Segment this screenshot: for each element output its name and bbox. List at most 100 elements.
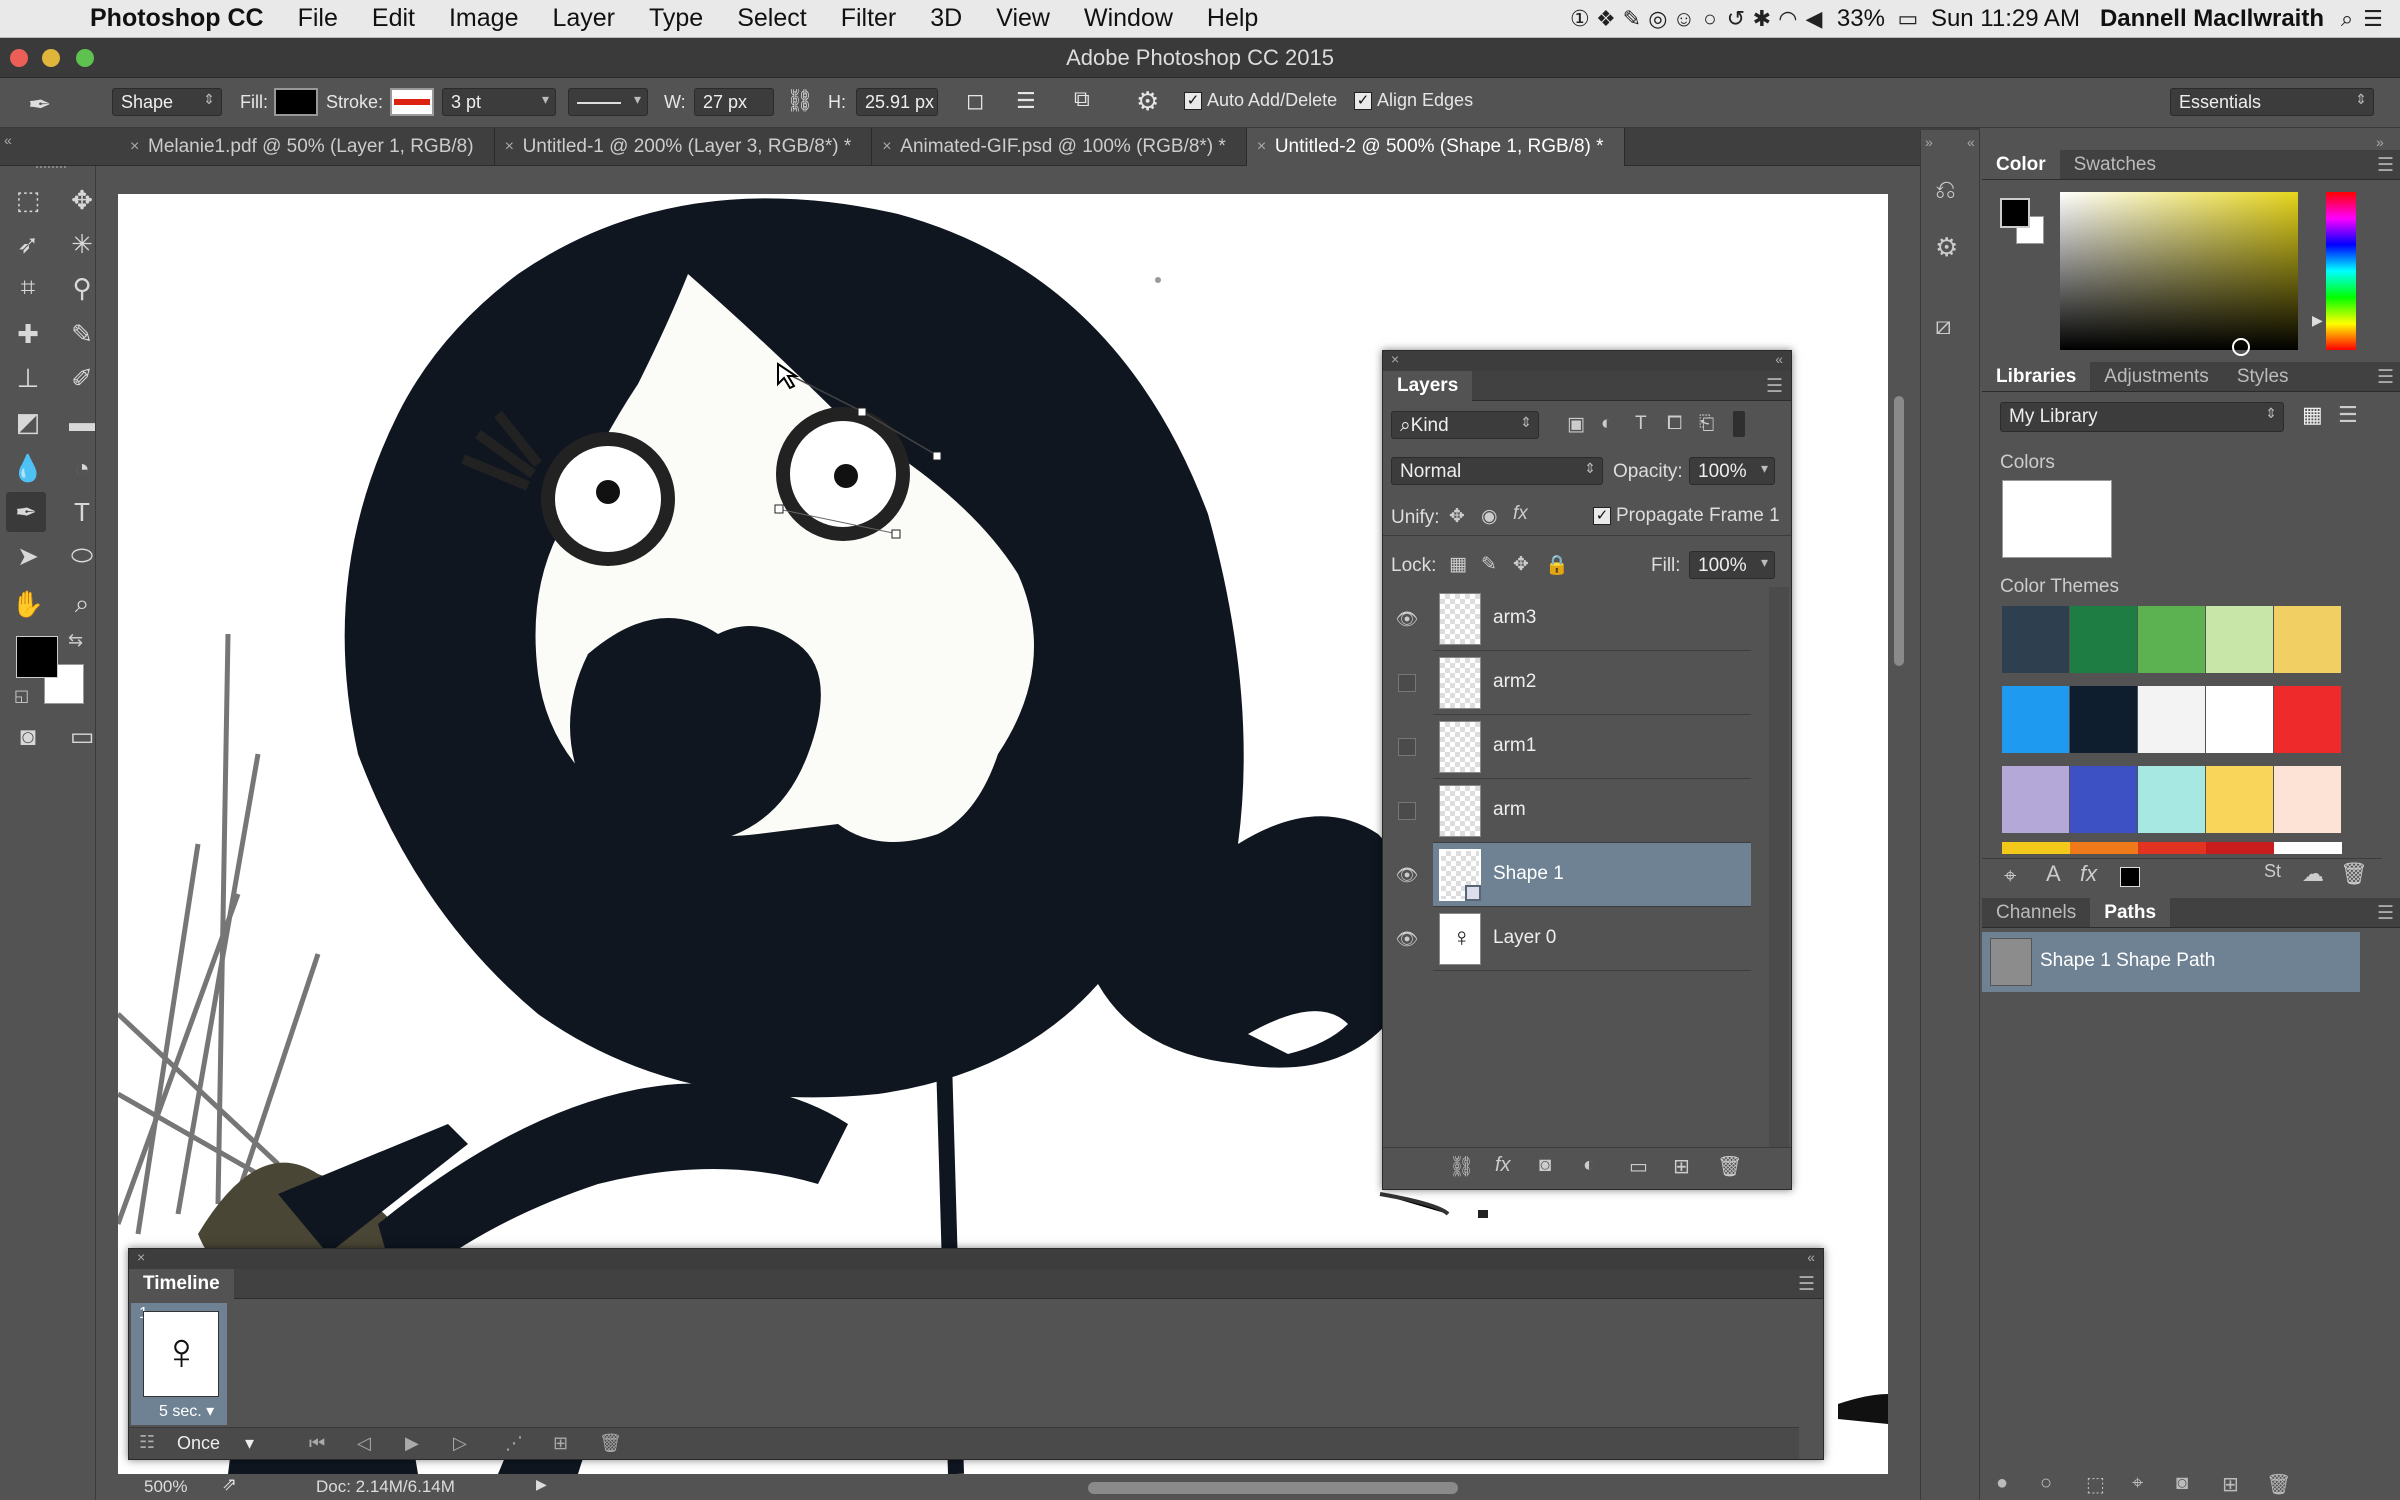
- panel-menu-icon[interactable]: ☰: [1766, 375, 1783, 398]
- marquee-tool-icon[interactable]: ⬚: [8, 180, 48, 220]
- chat-bubble-icon[interactable]: ○: [1697, 6, 1723, 32]
- tab-channels[interactable]: Channels: [1982, 898, 2090, 927]
- timeline-panel-header[interactable]: × «: [129, 1249, 1823, 1269]
- theme-swatch[interactable]: [2002, 606, 2069, 673]
- history-brush-tool-icon[interactable]: ✐: [62, 358, 102, 398]
- filter-smart-object-icon[interactable]: ⎗: [1699, 413, 1714, 435]
- loop-options-select[interactable]: Once ▾: [177, 1433, 254, 1454]
- foreground-color-swatch[interactable]: [16, 636, 58, 678]
- status-menu-arrow-icon[interactable]: ▶: [536, 1476, 547, 1493]
- eye-icon[interactable]: 👁: [1391, 843, 1423, 907]
- close-window-button[interactable]: [10, 49, 28, 67]
- next-frame-icon[interactable]: ▷: [453, 1433, 467, 1454]
- pen-tool-icon[interactable]: ✒: [6, 492, 46, 532]
- visibility-toggle-off[interactable]: [1391, 779, 1423, 843]
- fill-field[interactable]: 100% ▾: [1689, 551, 1775, 579]
- path-operations-icon[interactable]: ◻: [966, 88, 984, 114]
- delete-layer-icon[interactable]: 🗑: [1717, 1154, 1742, 1179]
- unify-style-icon[interactable]: fx: [1513, 503, 1528, 525]
- dodge-tool-icon[interactable]: ◔: [62, 448, 102, 488]
- new-adjustment-layer-icon[interactable]: ◐: [1583, 1154, 1595, 1177]
- theme-swatch[interactable]: [2138, 686, 2205, 753]
- theme-swatch[interactable]: [2206, 606, 2273, 673]
- swap-colors-icon[interactable]: ⇆: [68, 630, 83, 651]
- messages-icon[interactable]: ☺: [1671, 6, 1697, 32]
- eye-icon[interactable]: 👁: [1391, 907, 1423, 971]
- toolbar-grip[interactable]: [36, 166, 66, 174]
- blur-tool-icon[interactable]: 💧: [8, 448, 48, 488]
- clone-stamp-tool-icon[interactable]: ⊥: [8, 358, 48, 398]
- duplicate-frame-icon[interactable]: ⊞: [553, 1433, 568, 1454]
- theme-swatch[interactable]: [2002, 686, 2069, 753]
- link-layers-icon[interactable]: ⛓: [1449, 1154, 1474, 1179]
- adobe-stock-icon[interactable]: St: [2264, 861, 2281, 882]
- menu-help[interactable]: Help: [1190, 4, 1275, 33]
- hue-slider-handle-icon[interactable]: ▶: [2312, 312, 2323, 329]
- minimize-window-button[interactable]: [42, 49, 60, 67]
- zoom-level[interactable]: 500%: [144, 1477, 187, 1497]
- layer-filter-select[interactable]: ⌕Kind ⇕: [1391, 411, 1539, 439]
- sync-status-icon[interactable]: ☁: [2302, 861, 2324, 887]
- theme-swatch[interactable]: [2274, 606, 2341, 673]
- close-panel-icon[interactable]: ×: [137, 1249, 145, 1265]
- battery-percent[interactable]: 33%: [1827, 5, 1895, 33]
- add-character-style-icon[interactable]: A: [2046, 861, 2061, 887]
- theme-swatch[interactable]: [2070, 606, 2137, 673]
- frame-delay-select[interactable]: 5 sec. ▾: [159, 1401, 214, 1421]
- filter-type-icon[interactable]: T: [1635, 413, 1647, 435]
- new-path-icon[interactable]: ⊞: [2222, 1472, 2239, 1497]
- panel-menu-icon[interactable]: ☰: [2377, 366, 2394, 389]
- close-tab-icon[interactable]: ×: [882, 128, 891, 166]
- layers-panel-header[interactable]: × «: [1383, 351, 1791, 371]
- volume-icon[interactable]: ◀: [1801, 6, 1827, 32]
- gear-icon[interactable]: ⚙: [1136, 86, 1159, 117]
- load-as-selection-icon[interactable]: ⬚: [2086, 1472, 2105, 1497]
- fill-path-icon[interactable]: ●: [1996, 1472, 2008, 1495]
- menu-edit[interactable]: Edit: [355, 4, 432, 33]
- layer-row-shape-1[interactable]: 👁 Shape 1: [1396, 843, 1751, 907]
- panel-menu-icon[interactable]: ☰: [1798, 1273, 1815, 1296]
- theme-swatch[interactable]: [2002, 766, 2069, 833]
- vertical-scrollbar[interactable]: [1888, 166, 1908, 1474]
- expand-dock-icon[interactable]: »: [1925, 134, 1933, 150]
- filter-toggle[interactable]: [1733, 411, 1745, 437]
- visibility-toggle-off[interactable]: [1391, 715, 1423, 779]
- path-selection-tool-icon[interactable]: ➤: [8, 536, 48, 576]
- vertical-scroll-thumb[interactable]: [1894, 396, 1904, 666]
- tab-paths[interactable]: Paths: [2090, 898, 2171, 927]
- tab-animated-gif[interactable]: × Animated-GIF.psd @ 100% (RGB/8*) *: [872, 127, 1247, 166]
- convert-to-video-timeline-icon[interactable]: ☷: [139, 1432, 155, 1453]
- make-work-path-icon[interactable]: ⌖: [2132, 1472, 2143, 1495]
- align-edges-checkbox[interactable]: ✓ Align Edges: [1354, 90, 1473, 111]
- evernote-icon[interactable]: ✎: [1619, 6, 1645, 32]
- tab-melanie1[interactable]: × Melanie1.pdf @ 50% (Layer 1, RGB/8): [120, 127, 495, 166]
- menu-3d[interactable]: 3D: [913, 4, 979, 33]
- export-icon[interactable]: ⇗: [222, 1474, 237, 1495]
- gradient-tool-icon[interactable]: ▬: [62, 402, 102, 442]
- menu-view[interactable]: View: [979, 4, 1067, 33]
- new-layer-icon[interactable]: ⊞: [1673, 1154, 1690, 1179]
- propagate-frame-checkbox[interactable]: ✓ Propagate Frame 1: [1593, 505, 1780, 527]
- menu-type[interactable]: Type: [632, 4, 720, 33]
- layer-row-arm2[interactable]: arm2: [1398, 651, 1751, 715]
- lasso-tool-icon[interactable]: ➶: [8, 224, 48, 264]
- delete-path-icon[interactable]: 🗑: [2266, 1472, 2291, 1497]
- workspace-select[interactable]: Essentials ⇕: [2170, 88, 2374, 116]
- color-field[interactable]: [2060, 192, 2298, 356]
- adjustments-panel-icon[interactable]: ⧄: [1935, 310, 1952, 342]
- link-dimensions-icon[interactable]: ⛓: [786, 88, 814, 114]
- theme-swatch[interactable]: [2138, 766, 2205, 833]
- visibility-toggle-off[interactable]: [1391, 651, 1423, 715]
- screen-mode-icon[interactable]: ▭: [62, 716, 102, 756]
- tool-mode-select[interactable]: Shape ⇕: [112, 88, 222, 116]
- move-tool-icon[interactable]: ✥: [62, 180, 102, 220]
- trash-icon[interactable]: 🗑: [2340, 861, 2368, 887]
- collapse-panel-icon[interactable]: «: [1775, 351, 1783, 367]
- properties-panel-icon[interactable]: ⚙: [1935, 232, 1958, 263]
- menu-select[interactable]: Select: [720, 4, 823, 33]
- default-colors-icon[interactable]: ◱: [14, 686, 29, 706]
- eraser-tool-icon[interactable]: ◩: [8, 402, 48, 442]
- theme-swatch[interactable]: [2070, 686, 2137, 753]
- first-frame-icon[interactable]: ⏮: [309, 1433, 325, 1454]
- delete-frame-icon[interactable]: 🗑: [599, 1433, 622, 1454]
